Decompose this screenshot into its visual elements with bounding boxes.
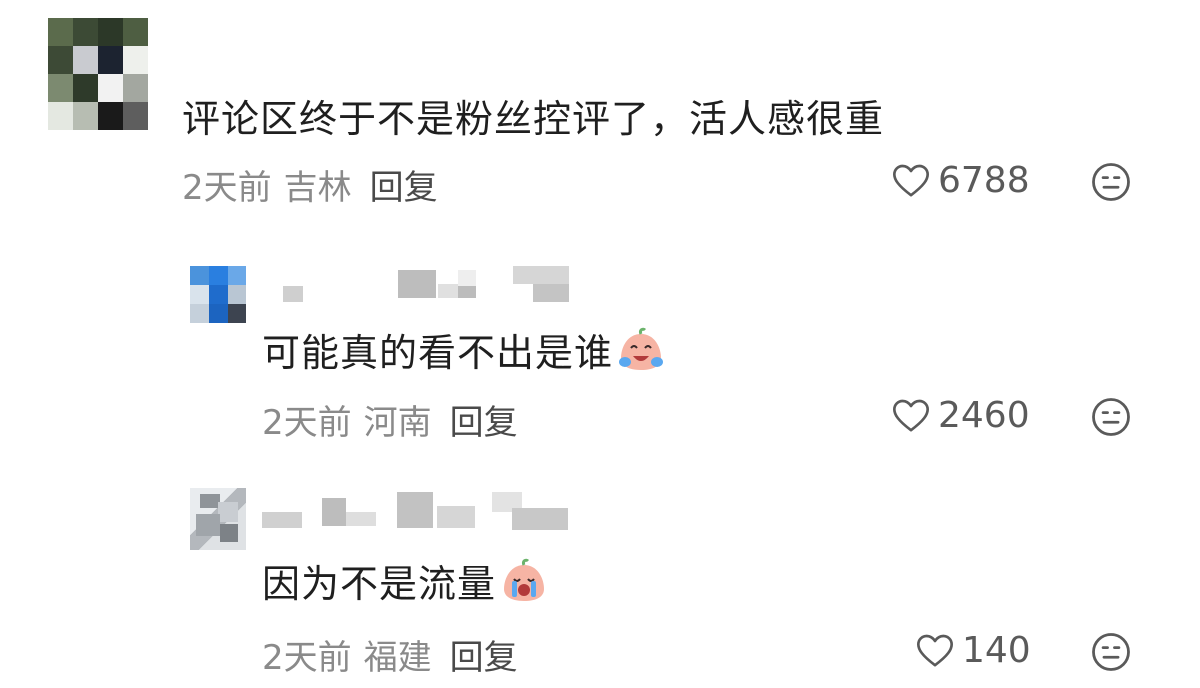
meh-face-icon[interactable] [1090, 631, 1132, 673]
comment-location: 吉林 [283, 168, 352, 208]
reply-button[interactable]: 回复 [450, 638, 518, 678]
avatar[interactable] [190, 488, 246, 550]
heart-outline-icon [893, 164, 929, 197]
comment-location: 福建 [363, 638, 432, 678]
comment-text: 评论区终于不是粉丝控评了，活人感很重 [182, 97, 885, 141]
like-count: 140 [962, 630, 1031, 671]
crying-peach-emoji [504, 558, 545, 601]
like-button[interactable]: 6788 [890, 160, 1030, 201]
heart-outline-icon [917, 634, 953, 666]
meh-face-icon[interactable] [1090, 161, 1132, 203]
comment-text: 因为不是流量 [262, 553, 548, 608]
comment-location: 河南 [363, 403, 432, 443]
comment-meta: 2天前 福建 回复 [262, 630, 518, 679]
comment-text: 可能真的看不出是谁 [262, 322, 665, 377]
avatar[interactable] [190, 266, 246, 323]
comment-time: 2天前 [262, 638, 352, 678]
like-button[interactable]: 140 [914, 630, 1031, 671]
crying-laughing-peach-emoji [619, 327, 664, 370]
like-button[interactable]: 2460 [890, 395, 1030, 436]
comment-time: 2天前 [262, 403, 352, 443]
reply-button[interactable]: 回复 [370, 168, 438, 208]
avatar[interactable] [48, 18, 148, 130]
like-count: 2460 [938, 395, 1030, 436]
username-mosaic [283, 266, 573, 302]
heart-outline-icon [893, 399, 929, 431]
comment-meta: 2天前 河南 回复 [262, 395, 518, 444]
like-count: 6788 [938, 160, 1030, 201]
username-mosaic [262, 492, 574, 530]
reply-button[interactable]: 回复 [450, 403, 518, 443]
comment-meta: 2天前 吉林 回复 [182, 160, 438, 209]
meh-face-icon[interactable] [1090, 396, 1132, 438]
comment-time: 2天前 [182, 168, 272, 208]
